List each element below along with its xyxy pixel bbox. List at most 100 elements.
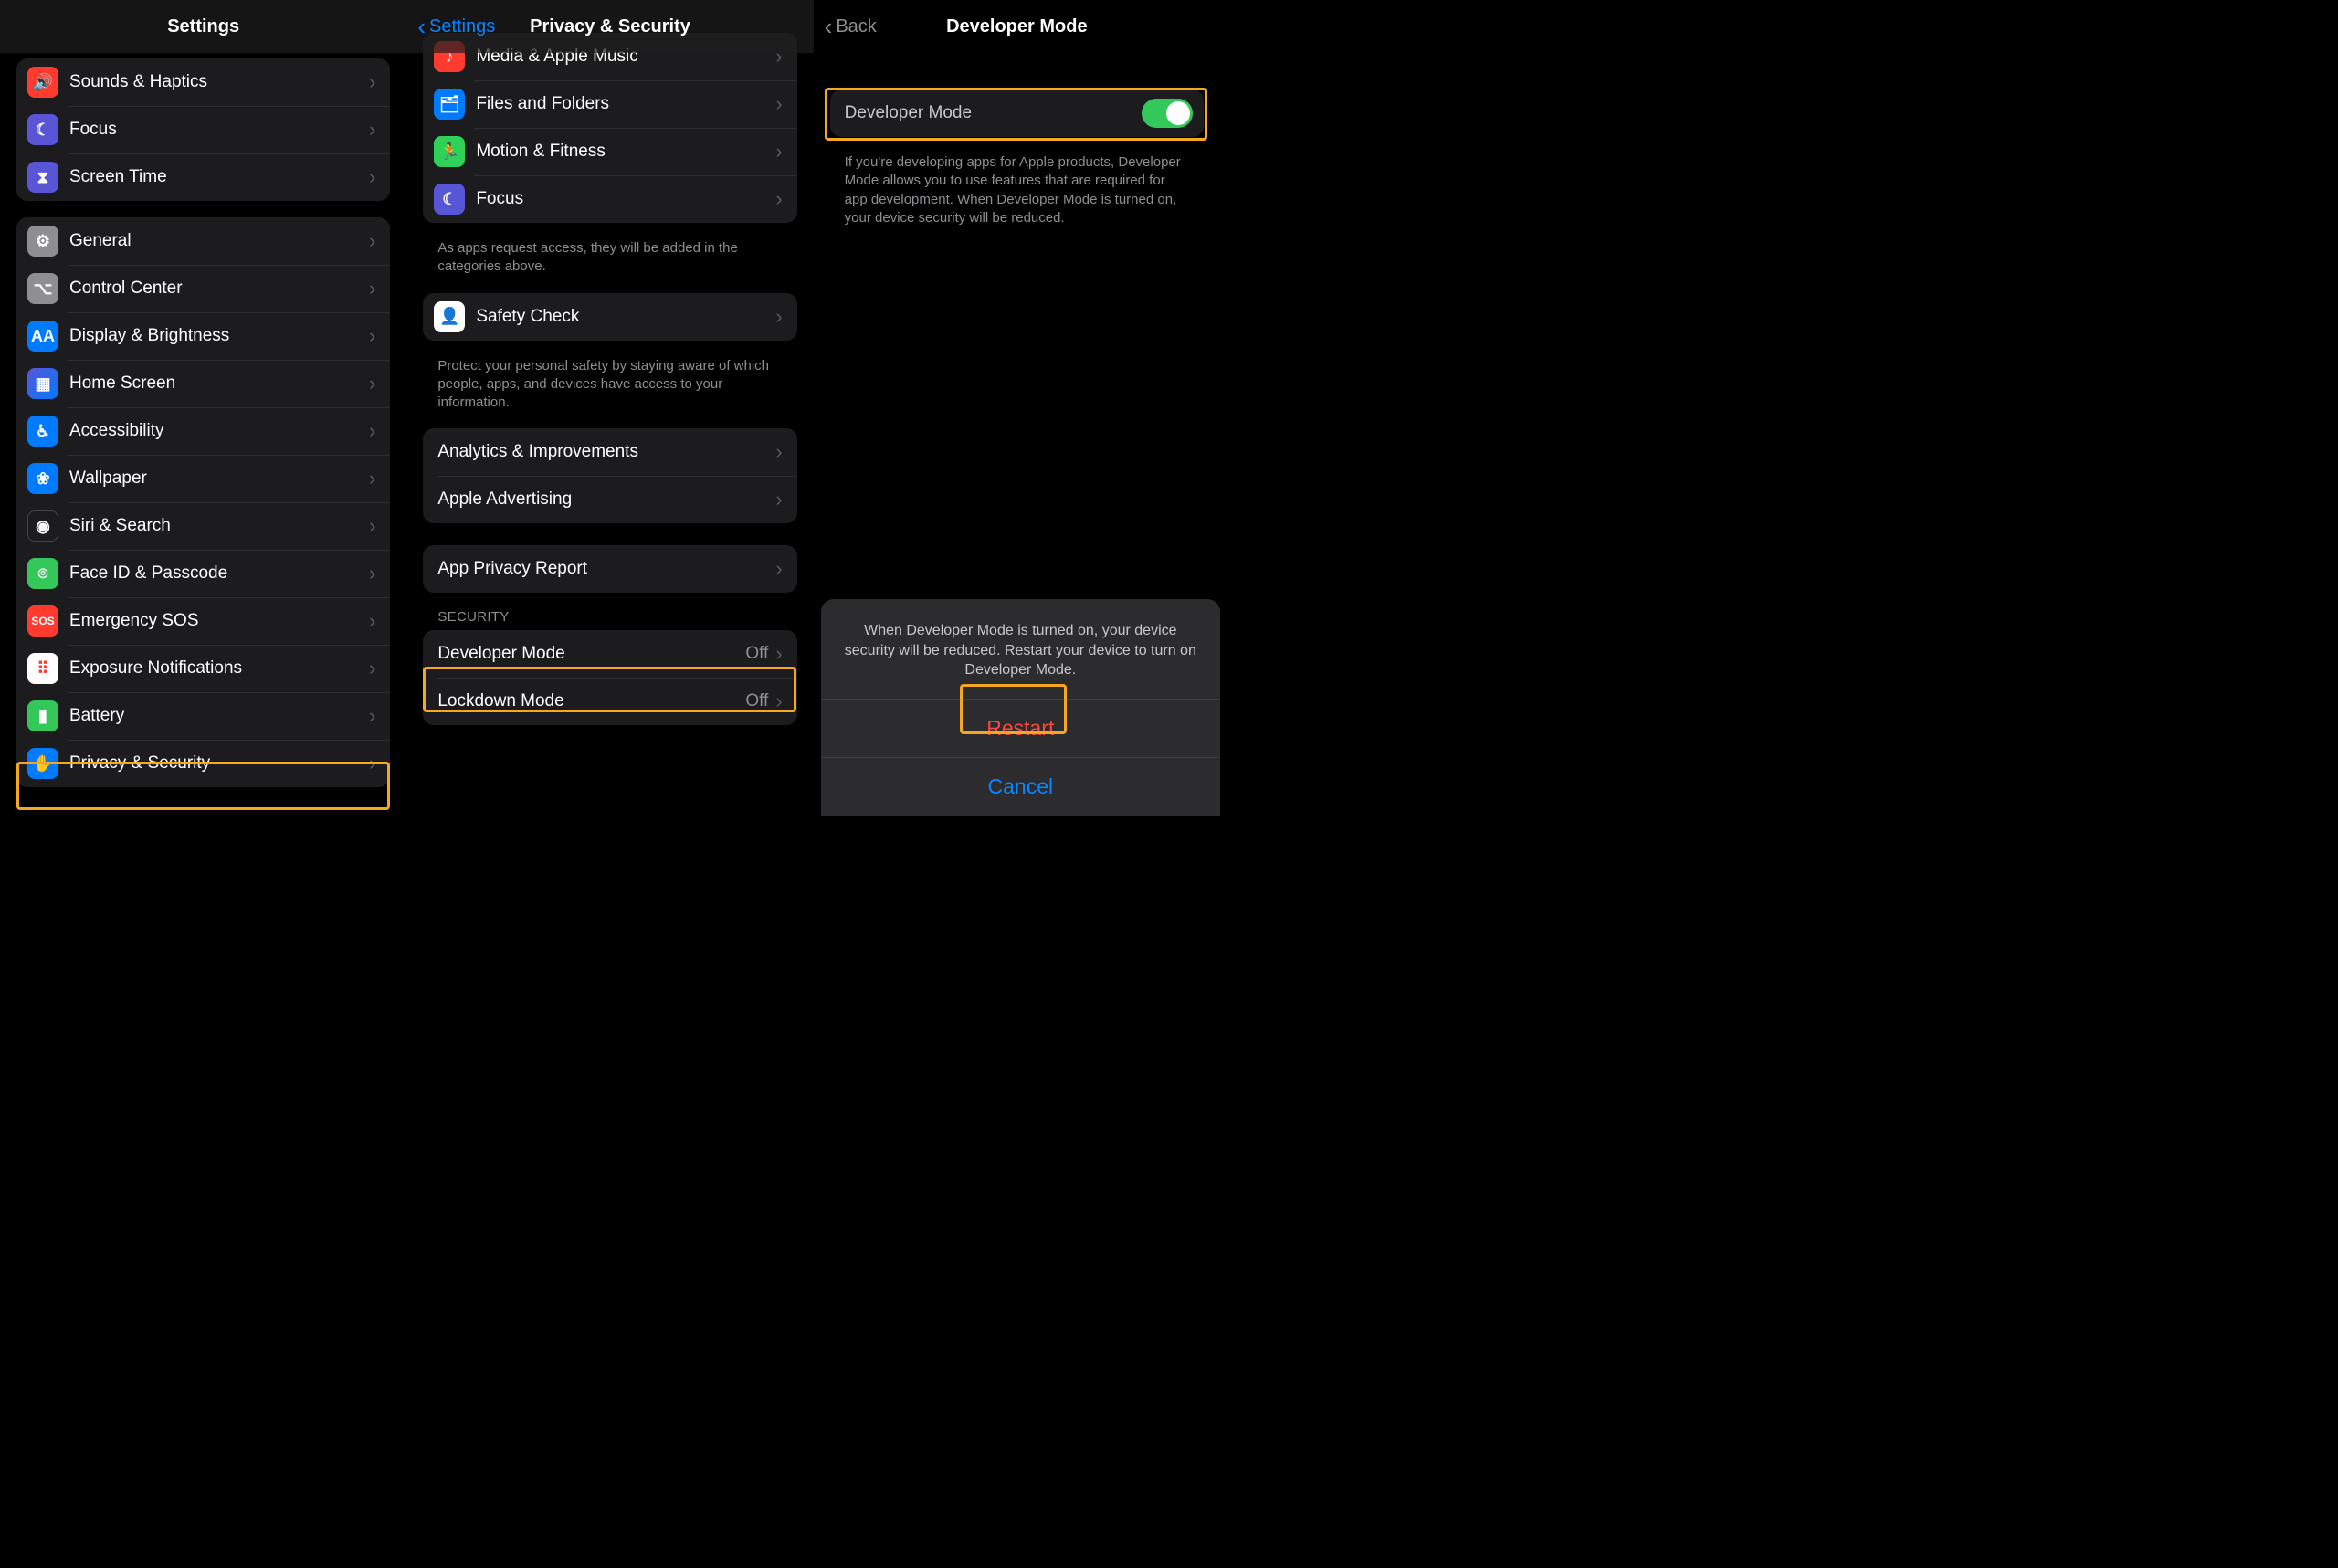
chevron-right-icon: › — [369, 229, 375, 253]
privacy-security-pane: ‹ Settings Privacy & Security ♪ Media & … — [406, 0, 813, 816]
nav-bar-settings: Settings — [0, 0, 406, 53]
developer-mode-toggle-row[interactable]: Developer Mode — [830, 89, 1204, 137]
row-label: Files and Folders — [476, 94, 775, 114]
chevron-right-icon: › — [369, 118, 375, 142]
general-icon: ⚙ — [27, 226, 58, 257]
row-label: Motion & Fitness — [476, 142, 775, 162]
motion-icon: 🏃 — [434, 136, 465, 167]
safety-footer-text: Protect your personal safety by staying … — [437, 357, 782, 413]
row-label: Face ID & Passcode — [69, 563, 369, 584]
chevron-left-icon: ‹ — [825, 13, 833, 41]
row-detail: Off — [745, 644, 768, 664]
nav-title: Privacy & Security — [530, 16, 690, 37]
apps-access-group: ♪ Media & Apple Music › 🗂 Files and Fold… — [423, 33, 796, 223]
settings-row-sounds-haptics[interactable]: 🔊 Sounds & Haptics › — [16, 58, 390, 106]
settings-row-face-id-passcode[interactable]: ⌾ Face ID & Passcode › — [16, 550, 390, 597]
chevron-right-icon: › — [775, 642, 782, 666]
back-to-settings[interactable]: ‹ Settings — [417, 13, 495, 41]
settings-row-home-screen[interactable]: ▦ Home Screen › — [16, 360, 390, 407]
back-label: Settings — [429, 16, 495, 37]
faceid-icon: ⌾ — [27, 558, 58, 589]
settings-row-control-center[interactable]: ⌥ Control Center › — [16, 265, 390, 312]
chevron-right-icon: › — [369, 657, 375, 680]
back-label: Back — [836, 16, 876, 37]
cancel-button[interactable]: Cancel — [821, 757, 1220, 816]
files-icon: 🗂 — [434, 89, 465, 120]
chevron-right-icon: › — [775, 187, 782, 211]
row-label: General — [69, 231, 369, 251]
analytics-group: Analytics & Improvements › Apple Adverti… — [423, 428, 796, 523]
security-row-developer-mode[interactable]: Developer Mode Off› — [423, 630, 796, 678]
row-label: Focus — [476, 189, 775, 209]
privacy-row-apple-advertising[interactable]: Apple Advertising › — [423, 476, 796, 523]
restart-button[interactable]: Restart — [821, 699, 1220, 757]
devmode-toggle-group: Developer Mode — [830, 89, 1204, 137]
row-label: Emergency SOS — [69, 611, 369, 631]
display-icon: AA — [27, 321, 58, 352]
row-label: Sounds & Haptics — [69, 72, 369, 92]
settings-row-siri-search[interactable]: ◉ Siri & Search › — [16, 502, 390, 550]
settings-row-general[interactable]: ⚙ General › — [16, 217, 390, 265]
row-label: Focus — [69, 120, 369, 140]
cancel-label: Cancel — [988, 774, 1054, 799]
chevron-right-icon: › — [775, 92, 782, 116]
chevron-right-icon: › — [369, 372, 375, 395]
chevron-left-icon: ‹ — [417, 13, 426, 41]
chevron-right-icon: › — [775, 689, 782, 713]
restart-action-sheet: When Developer Mode is turned on, your d… — [821, 599, 1220, 816]
row-label: Wallpaper — [69, 468, 369, 489]
devmode-footer-text: If you're developing apps for Apple prod… — [845, 153, 1189, 227]
nav-bar-privacy: ‹ Settings Privacy & Security — [406, 0, 813, 53]
settings-row-exposure-notifications[interactable]: ⠿ Exposure Notifications › — [16, 645, 390, 692]
settings-row-accessibility[interactable]: ♿︎ Accessibility › — [16, 407, 390, 455]
safety-check-group: 👤 Safety Check › — [423, 293, 796, 341]
privacy-row-focus[interactable]: ☾ Focus › — [423, 175, 796, 223]
back-button[interactable]: ‹ Back — [825, 13, 877, 41]
security-group: Developer Mode Off› Lockdown Mode Off› — [423, 630, 796, 725]
safety-icon: 👤 — [434, 301, 465, 332]
row-label: Safety Check — [476, 307, 775, 327]
focus-icon: ☾ — [27, 114, 58, 145]
chevron-right-icon: › — [775, 305, 782, 329]
nav-title: Developer Mode — [946, 16, 1087, 37]
exposure-icon: ⠿ — [27, 653, 58, 684]
app-privacy-report-row[interactable]: App Privacy Report › — [423, 545, 796, 593]
privacy-row-motion-fitness[interactable]: 🏃 Motion & Fitness › — [423, 128, 796, 175]
row-label: Analytics & Improvements — [437, 442, 775, 462]
settings-row-display-brightness[interactable]: AA Display & Brightness › — [16, 312, 390, 360]
chevron-right-icon: › — [775, 488, 782, 511]
focus2-icon: ☾ — [434, 184, 465, 215]
row-label: Screen Time — [69, 167, 369, 187]
chevron-right-icon: › — [369, 419, 375, 443]
privacy-report-group: App Privacy Report › — [423, 545, 796, 593]
settings-row-wallpaper[interactable]: ❀ Wallpaper › — [16, 455, 390, 502]
homescreen-icon: ▦ — [27, 368, 58, 399]
settings-row-focus[interactable]: ☾ Focus › — [16, 106, 390, 153]
chevron-right-icon: › — [369, 562, 375, 585]
safety-check-row[interactable]: 👤 Safety Check › — [423, 293, 796, 341]
sos-icon: SOS — [27, 605, 58, 637]
chevron-right-icon: › — [775, 557, 782, 581]
developer-mode-toggle[interactable] — [1142, 99, 1193, 128]
chevron-right-icon: › — [369, 70, 375, 94]
privacy-row-files-and-folders[interactable]: 🗂 Files and Folders › — [423, 80, 796, 128]
row-label: Control Center — [69, 279, 369, 299]
row-label: Siri & Search — [69, 516, 369, 536]
sheet-message: When Developer Mode is turned on, your d… — [821, 599, 1220, 699]
privacy-row-analytics-improvements[interactable]: Analytics & Improvements › — [423, 428, 796, 476]
chevron-right-icon: › — [369, 609, 375, 633]
chevron-right-icon: › — [369, 165, 375, 189]
security-row-lockdown-mode[interactable]: Lockdown Mode Off› — [423, 678, 796, 725]
settings-row-privacy-security[interactable]: ✋ Privacy & Security › — [16, 740, 390, 787]
sounds-icon: 🔊 — [27, 67, 58, 98]
settings-row-battery[interactable]: ▮ Battery › — [16, 692, 390, 740]
chevron-right-icon: › — [369, 324, 375, 348]
settings-group-time: 🔊 Sounds & Haptics › ☾ Focus › ⧗ Screen … — [16, 58, 390, 201]
row-label: App Privacy Report — [437, 559, 775, 579]
row-label: Accessibility — [69, 421, 369, 441]
settings-row-emergency-sos[interactable]: SOS Emergency SOS › — [16, 597, 390, 645]
settings-row-screen-time[interactable]: ⧗ Screen Time › — [16, 153, 390, 201]
nav-bar-devmode: ‹ Back Developer Mode — [814, 0, 1220, 53]
controlcenter-icon: ⌥ — [27, 273, 58, 304]
row-label: Battery — [69, 706, 369, 726]
